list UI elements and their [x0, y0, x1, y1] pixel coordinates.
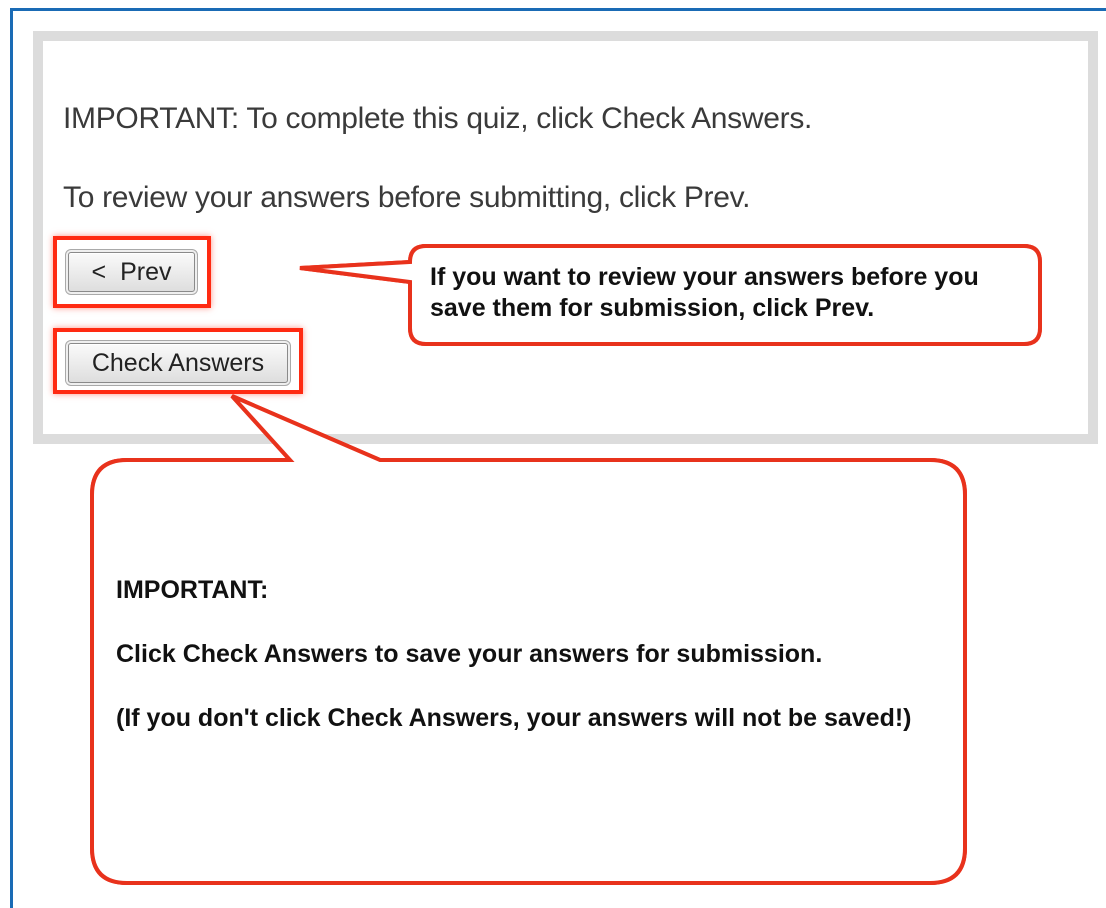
prev-callout-text: If you want to review your answers befor… — [430, 263, 979, 322]
callout-heading: IMPORTANT: — [116, 576, 269, 604]
check-answers-callout-text: IMPORTANT: Click Check Answers to save y… — [116, 575, 946, 767]
callout-line-1: Click Check Answers to save your answers… — [116, 640, 823, 668]
callout-graphics — [90, 244, 1042, 885]
callout-line-2: (If you don't click Check Answers, your … — [116, 704, 912, 732]
